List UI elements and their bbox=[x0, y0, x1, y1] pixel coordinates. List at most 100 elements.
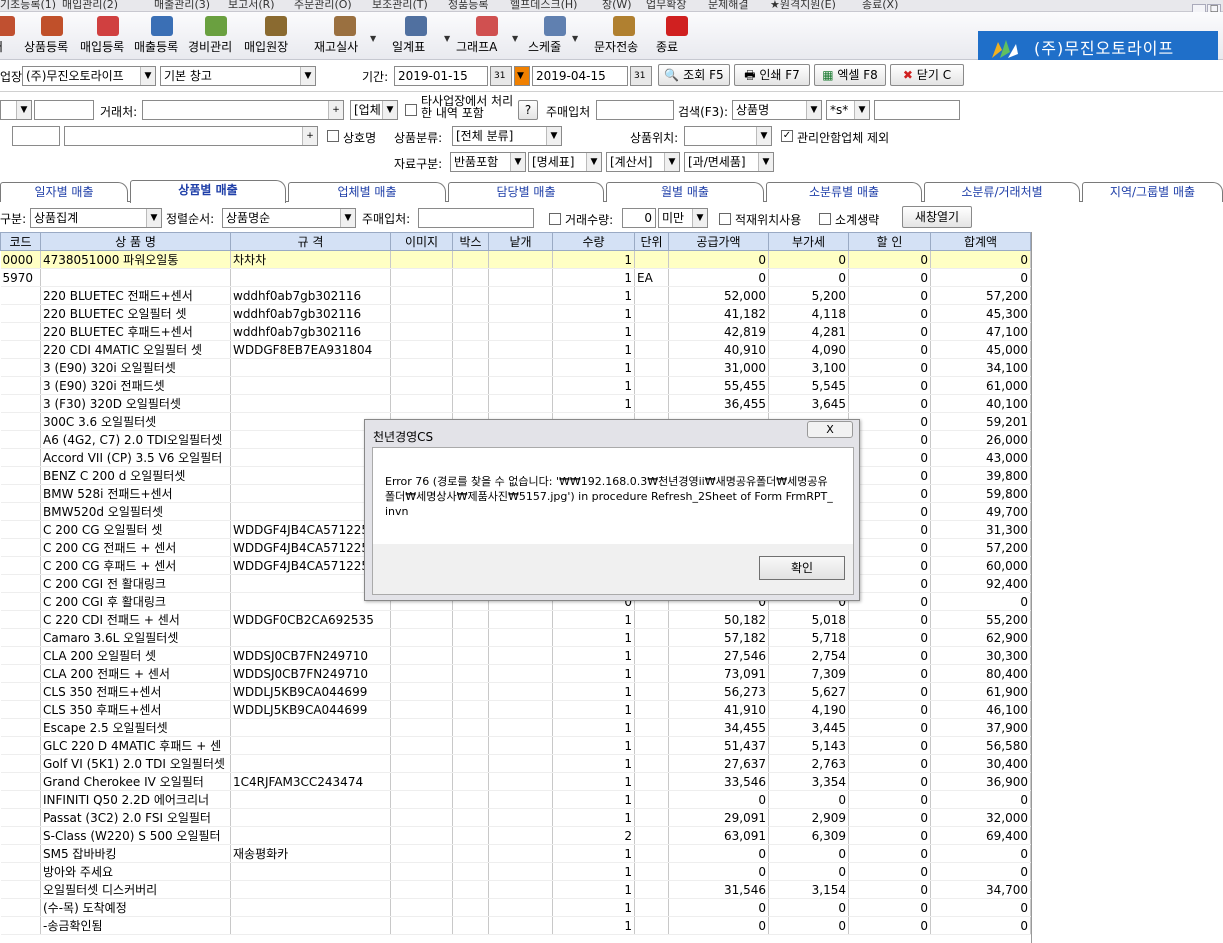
table-row[interactable]: 220 BLUETEC 후패드+센서 wddhf0ab7gb302116 1 42,8… bbox=[0, 322, 1031, 341]
dropdown-arrow-icon[interactable]: ▼ bbox=[444, 34, 450, 43]
qty-condition-select[interactable]: 미만 ▼ bbox=[658, 208, 708, 228]
qty-input[interactable]: 0 bbox=[622, 208, 656, 228]
invoice-select[interactable]: [계산서] ▼ bbox=[606, 152, 680, 172]
wildcard-select[interactable]: *s* ▼ bbox=[826, 100, 870, 120]
column-header[interactable]: 합계액 bbox=[930, 232, 1031, 251]
partner-code-input[interactable] bbox=[34, 100, 94, 120]
table-row[interactable]: 3 (F30) 320D 오일필터셋 1 36,455 3,645 0 40,100 bbox=[0, 394, 1031, 413]
table-row[interactable]: INFINITI Q50 2.2D 에어크리너 1 0 0 0 0 bbox=[0, 790, 1031, 809]
toolbar-ledger-button[interactable]: 매입원장 bbox=[244, 16, 308, 60]
tab-7[interactable]: 지역/그룹별 매출 bbox=[1082, 182, 1223, 202]
table-row[interactable]: C 220 CDI 전패드 + 센서 WDDGF0CB2CA692535 1 50,1… bbox=[0, 610, 1031, 629]
table-row[interactable]: Grand Cherokee IV 오일필터 1C4RJFAM3CC243474 1… bbox=[0, 772, 1031, 791]
table-row[interactable]: 오일필터셋 디스커버리 1 31,546 3,154 0 34,700 bbox=[0, 880, 1031, 899]
partner-input[interactable]: + bbox=[142, 100, 344, 120]
table-row[interactable]: CLS 350 전패드+센서 WDDLJ5KB9CA044699 1 56,273 5,… bbox=[0, 682, 1031, 701]
table-row[interactable]: 방아와 주세요 1 0 0 0 0 bbox=[0, 862, 1031, 881]
tab-1[interactable]: 상품별 매출 bbox=[130, 180, 286, 203]
menu-item[interactable]: 주문관리(O) bbox=[294, 0, 352, 11]
menu-item[interactable]: 창(W) bbox=[602, 0, 632, 11]
tab-6[interactable]: 소분류/거래처별 bbox=[924, 182, 1080, 202]
dialog-close-button[interactable]: X bbox=[807, 421, 853, 438]
toolbar-inventory-button[interactable]: 재고실사 bbox=[314, 16, 376, 60]
menu-item[interactable]: 보조관리(T) bbox=[372, 0, 428, 11]
store-select[interactable]: (주)무진오토라이프 ▼ bbox=[22, 66, 156, 86]
main-partner-input-2[interactable] bbox=[418, 208, 534, 228]
table-row[interactable]: 3 (E90) 320i 전패드셋 1 55,455 5,545 0 61,000 bbox=[0, 376, 1031, 395]
table-row[interactable]: 3 (E90) 320i 오일필터셋 1 31,000 3,100 0 34,100 bbox=[0, 358, 1031, 377]
column-header[interactable]: 부가세 bbox=[768, 232, 849, 251]
table-row[interactable]: GLC 220 D 4MATIC 후패드 + 센 1 51,437 5,143 0 56,… bbox=[0, 736, 1031, 755]
search-input[interactable] bbox=[874, 100, 960, 120]
column-header[interactable]: 박스 bbox=[452, 232, 489, 251]
table-row[interactable]: 220 BLUETEC 오일필터 셋 wddhf0ab7gb302116 1 41,1… bbox=[0, 304, 1031, 323]
statement-select[interactable]: [명세표] ▼ bbox=[528, 152, 602, 172]
company-name-checkbox[interactable] bbox=[327, 130, 339, 142]
subtotal-checkbox[interactable] bbox=[819, 213, 831, 225]
group-select[interactable]: 상품집계 ▼ bbox=[30, 208, 162, 228]
toolbar-sales-button[interactable]: 매출등록 bbox=[134, 16, 190, 60]
table-row[interactable]: 220 BLUETEC 전패드+센서 wddhf0ab7gb302116 1 52,0… bbox=[0, 286, 1031, 305]
menu-item[interactable]: 매출관리(3) bbox=[154, 0, 210, 11]
menu-item[interactable]: 보고서(R) bbox=[228, 0, 275, 11]
table-row[interactable]: CLA 200 전패드 + 센서 WDDSJ0CB7FN249710 1 73,091… bbox=[0, 664, 1031, 683]
table-row[interactable]: Escape 2.5 오일필터셋 1 34,455 3,445 0 37,900 bbox=[0, 718, 1031, 737]
tab-3[interactable]: 담당별 매출 bbox=[448, 182, 604, 202]
toolbar-purchase-button[interactable]: 매입등록 bbox=[80, 16, 136, 60]
close-button[interactable]: ✖ 닫기 C bbox=[890, 64, 964, 86]
toolbar-sms-button[interactable]: 문자전송 bbox=[594, 16, 654, 60]
table-row[interactable]: 5970 1 EA 0 0 0 0 bbox=[0, 268, 1031, 287]
print-button[interactable]: 🖶 인쇄 F7 bbox=[734, 64, 810, 86]
sort-select[interactable]: 상품명순 ▼ bbox=[222, 208, 356, 228]
table-row[interactable]: 220 CDI 4MATIC 오일필터 셋 WDDGF8EB7EA931804 1 4… bbox=[0, 340, 1031, 359]
ok-button[interactable]: 확인 bbox=[759, 556, 845, 580]
toolbar-daily-report-button[interactable]: 일계표 bbox=[392, 16, 440, 60]
column-header[interactable]: 상 품 명 bbox=[40, 232, 231, 251]
excel-button[interactable]: ▦ 엑셀 F8 bbox=[814, 64, 886, 86]
help-button[interactable]: ? bbox=[518, 100, 538, 120]
include-other-checkbox[interactable] bbox=[405, 104, 417, 116]
toolbar-graph-button[interactable]: 그래프A bbox=[456, 16, 518, 60]
toolbar-expense-button[interactable]: 경비관리 bbox=[188, 16, 244, 60]
dropdown-arrow-icon[interactable]: ▼ bbox=[572, 34, 578, 43]
location-select[interactable]: ▼ bbox=[684, 126, 772, 146]
menu-item[interactable]: 기초등록(1) bbox=[0, 0, 56, 11]
toolbar-box-button[interactable]: 상품등록 bbox=[24, 16, 80, 60]
tab-2[interactable]: 업체별 매출 bbox=[288, 182, 446, 202]
column-header[interactable]: 이미지 bbox=[390, 232, 453, 251]
tax-select[interactable]: [과/면세품] ▼ bbox=[684, 152, 774, 172]
calendar-icon[interactable]: 31 bbox=[490, 66, 512, 86]
column-header[interactable]: 규 격 bbox=[230, 232, 391, 251]
category-select[interactable]: [전체 분류] ▼ bbox=[452, 126, 562, 146]
table-row[interactable]: 0000 4738051000 파워오일통 차차차 1 0 0 0 0 bbox=[0, 250, 1031, 269]
menu-item[interactable]: 문제해결 bbox=[708, 0, 748, 11]
product-code-input[interactable] bbox=[12, 126, 60, 146]
warehouse-select[interactable]: 기본 창고 ▼ bbox=[160, 66, 316, 86]
table-row[interactable]: CLA 200 오일필터 셋 WDDSJ0CB7FN249710 1 27,546 2,… bbox=[0, 646, 1031, 665]
toolbar-close-button[interactable]: 종료 bbox=[656, 16, 698, 60]
tab-0[interactable]: 일자별 매출 bbox=[0, 182, 128, 202]
main-partner-input[interactable] bbox=[596, 100, 674, 120]
menu-item[interactable]: 정품등록 bbox=[448, 0, 488, 11]
table-row[interactable]: (수-목) 도착예정 1 0 0 0 0 bbox=[0, 898, 1031, 917]
column-header[interactable]: 할 인 bbox=[848, 232, 931, 251]
menu-item[interactable]: 종료(X) bbox=[862, 0, 898, 11]
table-row[interactable]: Camaro 3.6L 오일필터셋 1 57,182 5,718 0 62,900 bbox=[0, 628, 1031, 647]
column-header[interactable]: 코드 bbox=[0, 232, 41, 251]
menu-item[interactable]: 헬프데스크(H) bbox=[510, 0, 577, 11]
dropdown-arrow-icon[interactable]: ▼ bbox=[512, 34, 518, 43]
tab-5[interactable]: 소분류별 매출 bbox=[766, 182, 922, 202]
menu-item[interactable]: 업무확장 bbox=[646, 0, 686, 11]
qty-checkbox[interactable] bbox=[549, 213, 561, 225]
table-row[interactable]: S-Class (W220) S 500 오일필터 2 63,091 6,309 0 69… bbox=[0, 826, 1031, 845]
menu-item[interactable]: ★원격지원(E) bbox=[770, 0, 836, 11]
table-row[interactable]: Golf VI (5K1) 2.0 TDI 오일필터셋 1 27,637 2,763 0… bbox=[0, 754, 1031, 773]
dropdown-arrow-icon[interactable]: ▼ bbox=[370, 34, 376, 43]
toolbar-partial-button[interactable]: 처 bbox=[0, 16, 16, 60]
table-row[interactable]: -송금확인됨 1 0 0 0 0 bbox=[0, 916, 1031, 935]
product-name-input[interactable]: + bbox=[64, 126, 318, 146]
stock-location-checkbox[interactable] bbox=[719, 213, 731, 225]
date-toggle-button[interactable]: ▼ bbox=[514, 66, 530, 86]
search-button[interactable]: 🔍 조회 F5 bbox=[658, 64, 730, 86]
calendar-icon[interactable]: 31 bbox=[630, 66, 652, 86]
